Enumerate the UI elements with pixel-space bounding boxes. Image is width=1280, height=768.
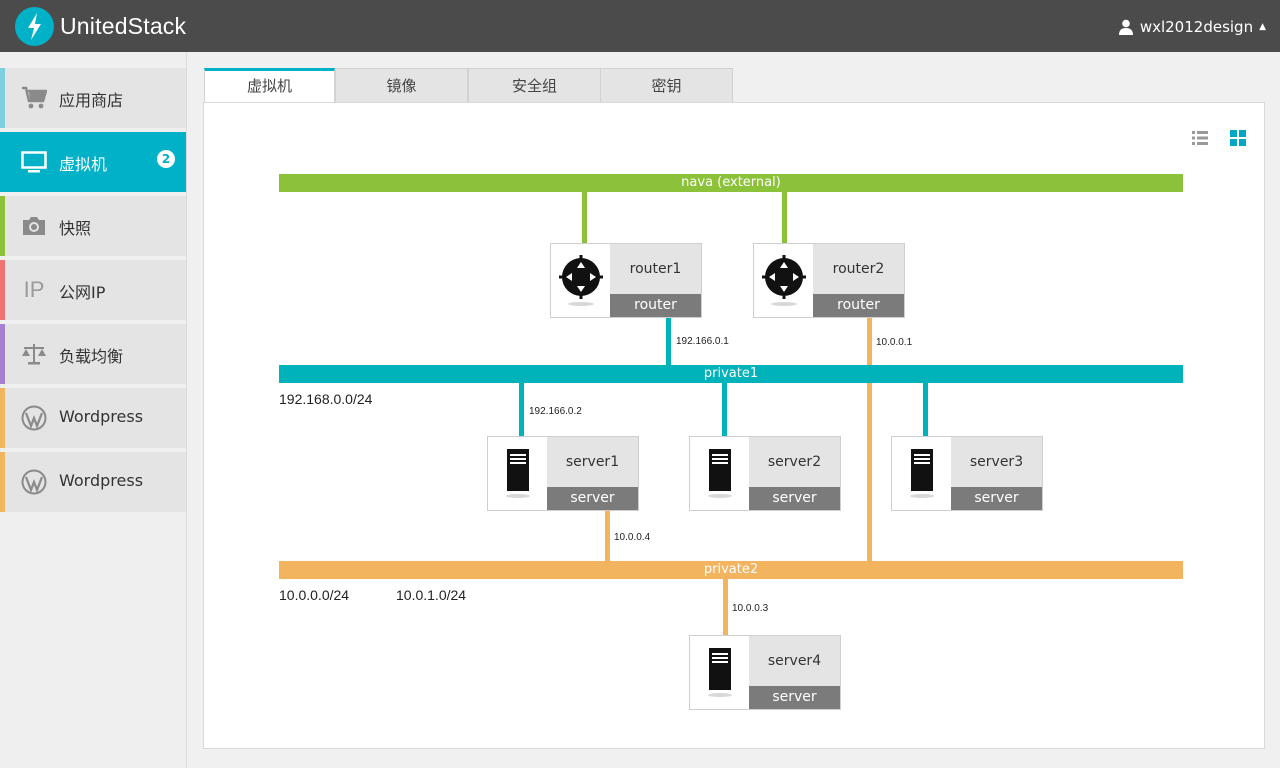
link-router2-private2 xyxy=(867,317,872,562)
tab-vm[interactable]: 虚拟机 xyxy=(204,68,335,103)
sidebar-item-label: 负载均衡 xyxy=(59,347,124,366)
ip-label: 192.166.0.2 xyxy=(529,406,582,417)
node-type: router xyxy=(813,294,904,317)
top-bar: UnitedStack wxl2012design ▲ xyxy=(0,0,1280,52)
accent-bar xyxy=(0,324,5,384)
accent-bar xyxy=(0,196,5,256)
router-icon xyxy=(754,244,813,317)
link-private2-server4 xyxy=(723,579,728,636)
sidebar-item-wordpress-2[interactable]: Wordpress xyxy=(0,452,186,512)
sidebar-item-label: 应用商店 xyxy=(59,91,124,110)
node-name: router1 xyxy=(610,244,701,294)
server-node-server3[interactable]: server3 server xyxy=(891,436,1043,511)
node-type: server xyxy=(951,487,1042,510)
network-private2[interactable]: private2 xyxy=(279,561,1183,579)
subnet-label: 10.0.1.0/24 xyxy=(396,587,467,603)
sidebar-item-label: 公网IP xyxy=(59,283,106,302)
network-private1[interactable]: private1 xyxy=(279,365,1183,383)
link-server1-private2 xyxy=(605,510,610,562)
sidebar-item-label: 虚拟机 xyxy=(59,155,108,174)
accent-bar xyxy=(0,452,5,512)
scale-icon xyxy=(20,340,48,368)
wordpress-icon xyxy=(20,404,48,432)
subnet-label: 10.0.0.0/24 xyxy=(279,587,350,603)
unitedstack-logo-icon[interactable] xyxy=(15,7,54,46)
router-node-router1[interactable]: router1 router xyxy=(550,243,702,318)
wordpress-icon xyxy=(20,468,48,496)
router-icon xyxy=(551,244,610,317)
node-name: server4 xyxy=(749,636,840,686)
server-node-server2[interactable]: server2 server xyxy=(689,436,841,511)
link-private1-server3 xyxy=(923,383,928,437)
ip-label: 192.166.0.1 xyxy=(676,336,729,347)
list-view-icon[interactable] xyxy=(1192,130,1208,146)
accent-bar xyxy=(0,260,5,320)
accent-bar xyxy=(0,68,5,128)
sidebar-item-vm[interactable]: 虚拟机 2 xyxy=(0,132,186,192)
count-badge: 2 xyxy=(157,150,175,168)
server-node-server1[interactable]: server1 server xyxy=(487,436,639,511)
node-type: server xyxy=(547,487,638,510)
server-icon xyxy=(488,437,547,510)
link-router1-private1 xyxy=(666,317,671,366)
sidebar-item-label: Wordpress xyxy=(59,471,144,490)
sidebar-item-public-ip[interactable]: IP 公网IP xyxy=(0,260,186,320)
link-private1-server1 xyxy=(519,383,524,437)
server-node-server4[interactable]: server4 server xyxy=(689,635,841,710)
link-external-router1 xyxy=(582,192,587,244)
node-name: server1 xyxy=(547,437,638,487)
node-type: server xyxy=(749,487,840,510)
link-private1-server2 xyxy=(722,383,727,437)
ip-icon: IP xyxy=(23,277,45,302)
user-menu[interactable]: wxl2012design ▲ xyxy=(1118,17,1266,37)
ip-label: 10.0.0.3 xyxy=(732,603,769,614)
caret-down-icon: ▲ xyxy=(1259,22,1266,32)
server-icon xyxy=(892,437,951,510)
subnet-label: 192.168.0.0/24 xyxy=(279,391,373,407)
username: wxl2012design xyxy=(1139,18,1254,36)
link-external-router2 xyxy=(782,192,787,244)
sidebar-item-label: 快照 xyxy=(59,219,92,238)
node-type: server xyxy=(749,686,840,709)
tab-images[interactable]: 镜像 xyxy=(335,68,468,103)
ip-label: 10.0.0.4 xyxy=(614,532,651,543)
server-icon xyxy=(690,636,749,709)
tab-keypairs[interactable]: 密钥 xyxy=(600,68,733,103)
user-icon xyxy=(1118,19,1133,35)
sidebar-item-load-balancer[interactable]: 负载均衡 xyxy=(0,324,186,384)
sidebar: 应用商店 虚拟机 2 快照 IP 公网IP 负载均衡 Wordpress Wor… xyxy=(0,52,187,768)
accent-bar xyxy=(0,388,5,448)
ip-label: 10.0.0.1 xyxy=(876,337,913,348)
server-icon xyxy=(690,437,749,510)
node-name: server3 xyxy=(951,437,1042,487)
tab-security-groups[interactable]: 安全组 xyxy=(468,68,601,103)
network-external[interactable]: nava (external) xyxy=(279,174,1183,192)
brand-name[interactable]: UnitedStack xyxy=(60,13,186,40)
sidebar-item-wordpress-1[interactable]: Wordpress xyxy=(0,388,186,448)
sidebar-item-snapshot[interactable]: 快照 xyxy=(0,196,186,256)
router-node-router2[interactable]: router2 router xyxy=(753,243,905,318)
sidebar-item-app-store[interactable]: 应用商店 xyxy=(0,68,186,128)
monitor-icon xyxy=(20,148,48,176)
node-name: server2 xyxy=(749,437,840,487)
node-type: router xyxy=(610,294,701,317)
camera-icon xyxy=(20,212,48,240)
grid-view-icon[interactable] xyxy=(1230,130,1246,146)
node-name: router2 xyxy=(813,244,904,294)
cart-icon xyxy=(20,84,48,112)
sidebar-item-label: Wordpress xyxy=(59,407,144,426)
